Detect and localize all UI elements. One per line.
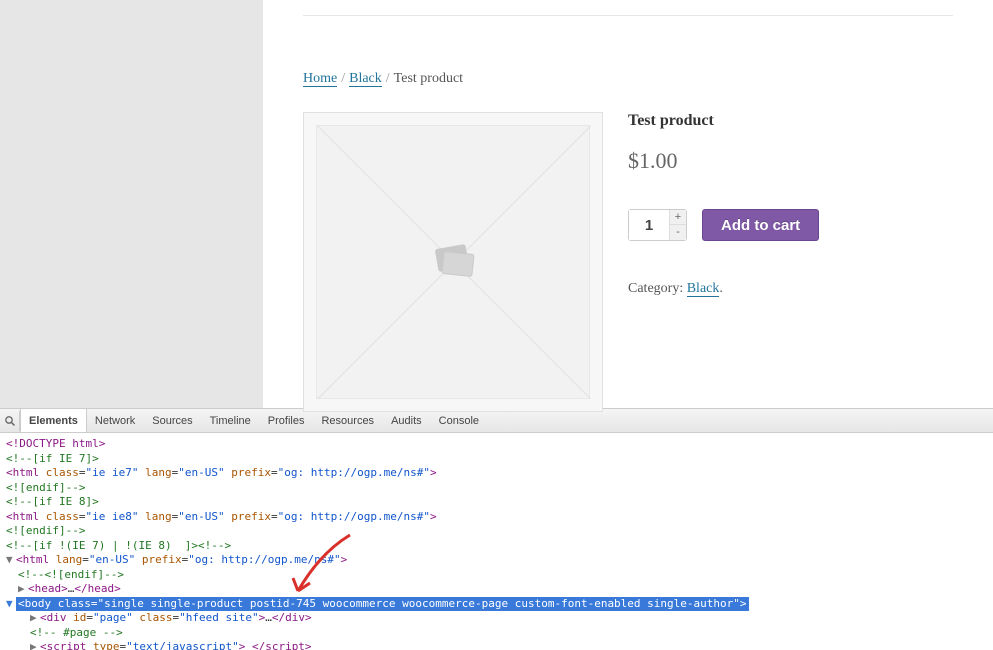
dom-line[interactable]: ▶<head>…</head> [6, 582, 987, 597]
quantity-input[interactable] [629, 210, 669, 240]
search-icon[interactable] [0, 411, 20, 431]
tab-timeline[interactable]: Timeline [202, 409, 260, 432]
dom-line[interactable]: ▶<script type="text/javascript"> </scrip… [6, 640, 987, 650]
sidebar [0, 0, 263, 408]
product-page-content: Home/Black/Test product Test product $1.… [263, 0, 993, 408]
quantity-plus-button[interactable]: + [670, 210, 686, 225]
dom-line[interactable]: <!--[if IE 7]> [6, 452, 987, 467]
breadcrumb: Home/Black/Test product [303, 71, 973, 87]
dom-line[interactable]: <html class="ie ie8" lang="en-US" prefix… [6, 510, 987, 525]
dom-line-selected[interactable]: ▼<body class="single single-product post… [6, 597, 987, 612]
tab-console[interactable]: Console [431, 409, 488, 432]
breadcrumb-home[interactable]: Home [303, 71, 337, 87]
dom-line[interactable]: <!--<![endif]--> [6, 568, 987, 583]
dom-line[interactable]: <!--[if !(IE 7) | !(IE 8) ]><!--> [6, 539, 987, 554]
breadcrumb-current: Test product [394, 71, 463, 86]
product-category-line: Category: Black. [628, 281, 973, 297]
dom-line[interactable]: <!--[if IE 8]> [6, 495, 987, 510]
dom-line[interactable]: ▼<html lang="en-US" prefix="og: http://o… [6, 553, 987, 568]
product-price: $1.00 [628, 148, 973, 174]
product-title: Test product [628, 112, 973, 130]
devtools-panel: Elements Network Sources Timeline Profil… [0, 408, 993, 650]
dom-line[interactable]: <![endif]--> [6, 524, 987, 539]
dom-line[interactable]: <!DOCTYPE html> [6, 437, 987, 452]
dom-line[interactable]: <!-- #page --> [6, 626, 987, 641]
tab-elements[interactable]: Elements [20, 409, 87, 432]
product-image-placeholder[interactable] [303, 112, 603, 412]
tab-profiles[interactable]: Profiles [260, 409, 314, 432]
tab-resources[interactable]: Resources [313, 409, 383, 432]
tab-sources[interactable]: Sources [144, 409, 201, 432]
quantity-minus-button[interactable]: - [670, 225, 686, 240]
dom-line[interactable]: <![endif]--> [6, 481, 987, 496]
dom-line[interactable]: ▶<div id="page" class="hfeed site">…</di… [6, 611, 987, 626]
breadcrumb-category[interactable]: Black [349, 71, 382, 87]
dom-line[interactable]: <html class="ie ie7" lang="en-US" prefix… [6, 466, 987, 481]
devtools-tabs: Elements Network Sources Timeline Profil… [0, 409, 993, 433]
product-category-link[interactable]: Black [687, 281, 720, 297]
tab-audits[interactable]: Audits [383, 409, 431, 432]
elements-tree[interactable]: <!DOCTYPE html> <!--[if IE 7]> <html cla… [0, 433, 993, 650]
tab-network[interactable]: Network [87, 409, 144, 432]
add-to-cart-button[interactable]: Add to cart [702, 209, 819, 241]
placeholder-icon [423, 237, 483, 287]
